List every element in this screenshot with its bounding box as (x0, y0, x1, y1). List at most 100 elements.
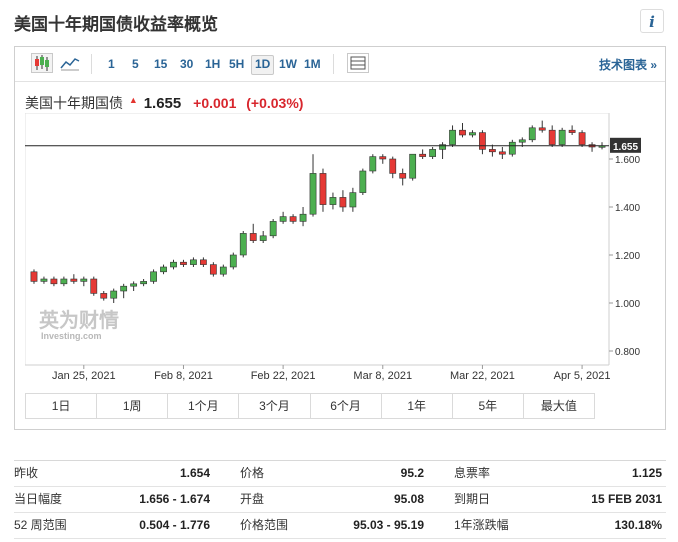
stat-label: 开盘 (240, 492, 265, 506)
timeframe-30[interactable]: 30 (177, 55, 196, 73)
range-max[interactable]: 最大值 (524, 394, 594, 418)
y-tick-label: 1.200 (615, 251, 640, 262)
candle-body (359, 170, 367, 193)
instrument-name: 美国十年期国债 (25, 95, 123, 111)
range-selector: 1日 1周 1个月 3个月 6个月 1年 5年 最大值 (25, 393, 595, 419)
stat-value: 1.654 (179, 466, 210, 480)
candle-body (140, 281, 147, 285)
stat-label: 昨收 (14, 466, 39, 480)
candle-body (469, 132, 476, 136)
stat-label: 价格 (240, 466, 265, 480)
candlestick-icon[interactable] (31, 53, 53, 73)
timeframe-5[interactable]: 5 (129, 55, 142, 73)
info-icon[interactable]: i (640, 9, 664, 33)
candle-body (479, 132, 486, 150)
candle-body (180, 261, 187, 265)
stats-row: 当日幅度 1.656 - 1.674 开盘 95.08 到期日 15 FEB 2031 (14, 487, 666, 513)
range-6m[interactable]: 6个月 (311, 394, 382, 418)
tech-chart-link[interactable]: 技术图表 » (599, 56, 657, 73)
x-tick-label: Mar 22, 2021 (450, 370, 515, 381)
candle-body (299, 213, 307, 222)
candle-body (528, 127, 536, 141)
candle-body (50, 278, 58, 285)
candle-body (70, 278, 78, 282)
price-change-pct: (+0.03%) (246, 95, 304, 111)
last-price-label: 1.655 (613, 142, 638, 153)
range-5y[interactable]: 5年 (453, 394, 524, 418)
y-tick-label: 1.000 (615, 299, 640, 310)
y-tick-label: 1.400 (615, 203, 640, 214)
candle-body (239, 233, 247, 256)
candle-body (379, 156, 387, 160)
candle-body (538, 127, 546, 131)
stats-row: 昨收 1.654 价格 95.2 息票率 1.125 (14, 461, 666, 487)
candle-body (160, 266, 167, 273)
stat-value: 130.18% (614, 518, 662, 532)
y-tick-label: 0.800 (615, 347, 640, 358)
toolbar-separator (333, 54, 334, 74)
candle-body (369, 156, 377, 172)
area-chart-icon[interactable] (59, 53, 81, 73)
x-tick-label: Jan 25, 2021 (52, 370, 116, 381)
timeframe-1d[interactable]: 1D (251, 55, 275, 75)
candle-body (339, 197, 347, 208)
stat-label: 52 周范围 (14, 518, 67, 532)
candle-body (110, 290, 118, 299)
stat-value: 1.656 - 1.674 (139, 492, 210, 506)
timeframe-1h[interactable]: 1H (202, 55, 223, 73)
x-tick-label: Apr 5, 2021 (554, 370, 611, 381)
timeframe-15[interactable]: 15 (151, 55, 170, 73)
candle-body (209, 264, 217, 275)
candle-body (120, 285, 128, 292)
candle-body (229, 254, 237, 268)
candle-body (219, 266, 227, 275)
range-1d[interactable]: 1日 (26, 394, 98, 418)
timeframe-1[interactable]: 1 (105, 55, 118, 73)
candle-body (329, 197, 337, 205)
timeframe-1m[interactable]: 1M (301, 55, 324, 73)
candle-body (319, 173, 327, 205)
candle-body (80, 278, 88, 282)
candle-body (200, 259, 207, 265)
timeframe-1w[interactable]: 1W (276, 55, 300, 73)
up-arrow-icon: ▲ (128, 95, 138, 105)
range-3m[interactable]: 3个月 (239, 394, 311, 418)
chart-panel: 1 5 15 30 1H 5H 1D 1W 1M 技术图表 » 美国十年期国债 … (14, 46, 666, 430)
candle-body (170, 261, 177, 268)
x-tick-label: Mar 8, 2021 (353, 370, 412, 381)
quote-line: 美国十年期国债 ▲ 1.655 +0.001 (+0.03%) (25, 93, 303, 113)
candle-body (269, 221, 277, 237)
stats-table: 昨收 1.654 价格 95.2 息票率 1.125 当日幅度 1.656 - 1.67… (14, 460, 666, 539)
candle-body (399, 173, 407, 179)
candle-body (449, 129, 456, 145)
candle-body (429, 149, 436, 157)
toolbar-separator (91, 54, 92, 74)
stat-value: 1.125 (631, 466, 662, 480)
range-1y[interactable]: 1年 (382, 394, 453, 418)
range-1w[interactable]: 1周 (97, 394, 169, 418)
x-tick-label: Feb 8, 2021 (154, 370, 213, 381)
candle-body (130, 283, 138, 287)
candle-body (498, 151, 506, 155)
candle-body (60, 278, 68, 285)
table-icon[interactable] (347, 53, 369, 73)
stat-value: 0.504 - 1.776 (139, 518, 210, 532)
candle-body (459, 129, 466, 136)
candle-body (309, 173, 317, 215)
range-1m[interactable]: 1个月 (168, 394, 240, 418)
price-change: +0.001 (193, 95, 237, 111)
stat-value: 95.08 (393, 492, 424, 506)
stat-value: 95.03 - 95.19 (353, 518, 424, 532)
candle-body (349, 192, 357, 208)
candle-body (518, 139, 526, 143)
candle-body (489, 149, 496, 153)
y-tick-label: 1.600 (615, 155, 640, 166)
timeframe-5h[interactable]: 5H (226, 55, 247, 73)
candle-body (249, 233, 257, 241)
price-chart[interactable]: 英为财情Investing.com 0.800 1.000 1.200 1.400 1.6… (25, 113, 655, 381)
candle-body (259, 235, 267, 241)
stat-label: 价格范围 (240, 518, 289, 532)
candle-body (40, 278, 48, 282)
candle-body (409, 153, 417, 179)
page-title: 美国十年期国债收益率概览 (14, 15, 218, 34)
